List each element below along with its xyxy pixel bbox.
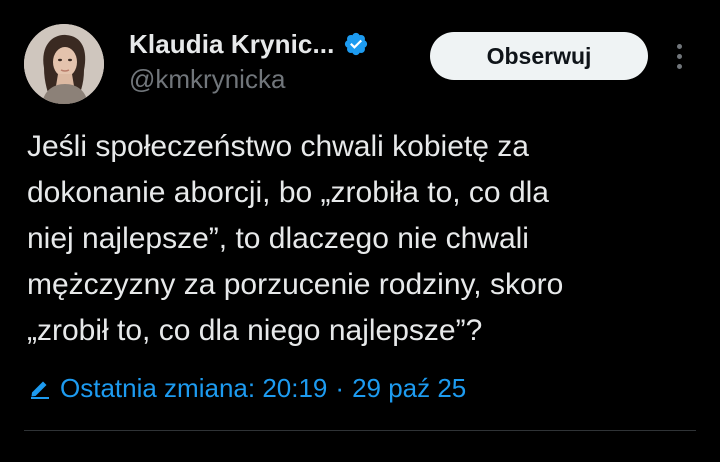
tweet-text-line: mężczyzny za porzucenie rodziny, skoro	[27, 268, 564, 301]
verified-badge-icon	[343, 31, 369, 57]
follow-button[interactable]: Obserwuj	[430, 32, 648, 80]
avatar[interactable]	[24, 24, 104, 104]
tweet: Klaudia Krynic... @kmkrynicka Obserwuj J…	[0, 0, 720, 462]
tweet-text-line: niej najlepsze”, to dlaczego nie chwali	[27, 222, 529, 255]
tweet-text-line: „zrobił to, co dla niego najlepsze”?	[27, 314, 483, 347]
tweet-text: Jeśli społeczeństwo chwali kobietę za do…	[27, 124, 697, 354]
pencil-icon	[28, 376, 52, 400]
author-name-row: Klaudia Krynic...	[129, 27, 369, 61]
edit-history-link[interactable]: Ostatnia zmiana: 20:19 · 29 paź 25	[28, 368, 466, 408]
more-options-icon[interactable]	[668, 36, 692, 76]
edit-date: 29 paź 25	[352, 372, 467, 403]
edit-separator: ·	[335, 372, 345, 403]
edit-label: Ostatnia zmiana: 20:19	[60, 372, 328, 403]
tweet-text-line: Jeśli społeczeństwo chwali kobietę za	[27, 130, 529, 163]
author-handle[interactable]: @kmkrynicka	[129, 64, 285, 95]
author-display-name[interactable]: Klaudia Krynic...	[129, 29, 334, 60]
tweet-text-line: dokonanie aborcji, bo „zrobiła to, co dl…	[27, 176, 549, 209]
divider	[24, 430, 696, 431]
